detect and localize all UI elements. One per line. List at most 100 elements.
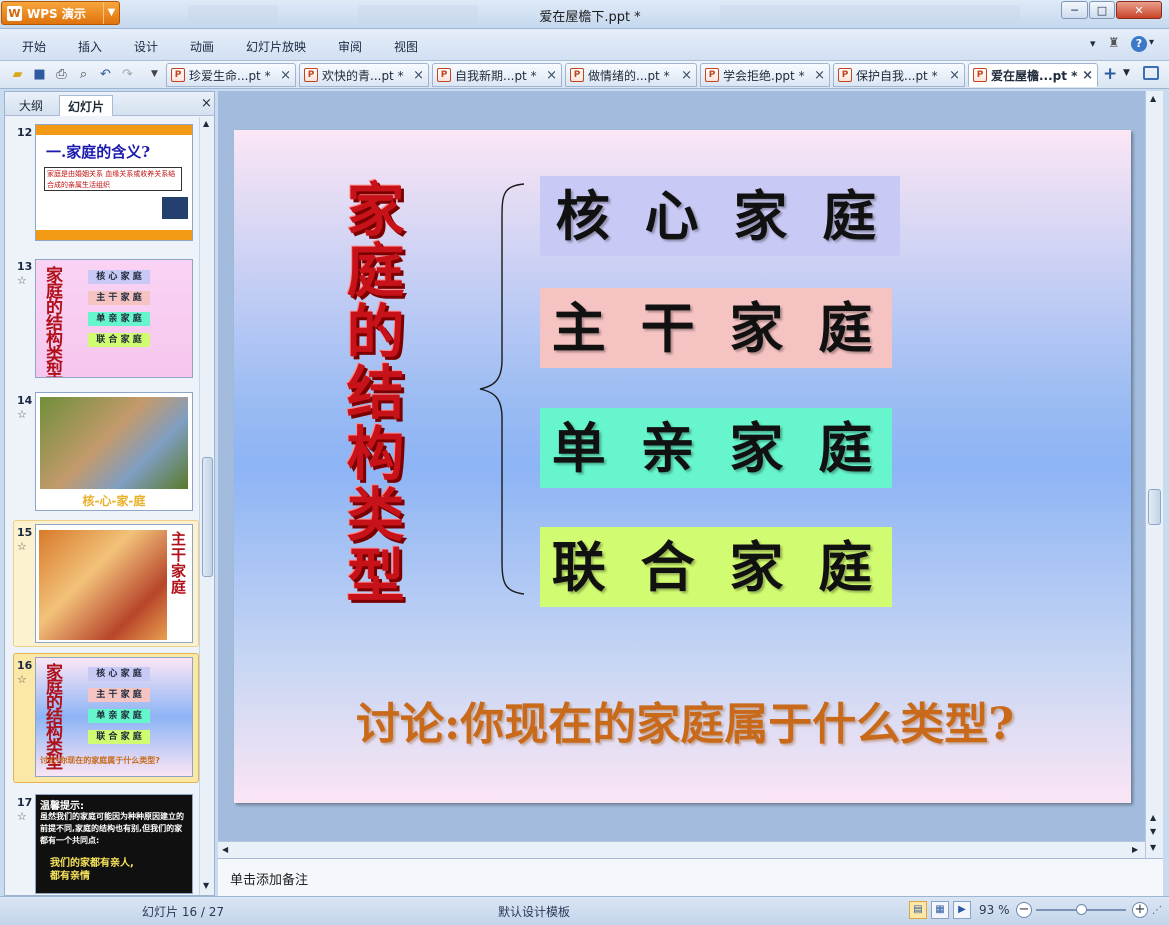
open-folder-icon[interactable]: ▰ [9, 66, 26, 83]
slide-thumbnail-14[interactable]: 核-心-家-庭 [35, 392, 193, 511]
background-tab-ghost [720, 5, 1020, 23]
scroll-down-icon[interactable]: ▼ [203, 881, 209, 890]
zoom-slider[interactable] [1036, 904, 1126, 915]
ppt-file-icon: P [437, 68, 451, 82]
zoom-in-icon[interactable]: + [1132, 902, 1148, 918]
chevron-down-icon[interactable]: ▾ [1149, 37, 1154, 48]
minimize-button[interactable]: ─ [1061, 1, 1088, 19]
chevron-down-icon[interactable]: ▾ [1090, 37, 1096, 50]
scroll-thumb[interactable] [202, 457, 213, 577]
doc-tab[interactable]: P 学会拒绝.ppt * × [700, 63, 830, 87]
chevron-down-icon: ▼ [103, 2, 119, 24]
tab-dropdown-icon[interactable]: ▼ [1123, 68, 1130, 78]
notes-placeholder[interactable]: 单击添加备注 [230, 869, 308, 888]
resize-grip-icon[interactable]: ⋰ [1152, 905, 1162, 916]
thumb-box: 核 心 家 庭 [88, 270, 150, 284]
help-icon[interactable]: ? [1131, 36, 1147, 52]
close-tab-icon[interactable]: × [546, 68, 557, 83]
next-slide-icon[interactable]: ▼ [1150, 843, 1156, 852]
shirt-skin-icon[interactable]: ♜ [1108, 36, 1120, 51]
editor-horizontal-scrollbar[interactable]: ◀ ▶ [218, 841, 1145, 858]
maximize-button[interactable]: □ [1089, 1, 1115, 19]
close-tab-icon[interactable]: × [413, 68, 424, 83]
undo-icon[interactable]: ↶ [97, 66, 114, 83]
thumb-box: 核 心 家 庭 [88, 667, 150, 681]
thumb-image [162, 197, 188, 219]
status-bar: 幻灯片 16 / 27 默认设计模板 ▤ ▦ ▶ 93 % − + ⋰ [0, 896, 1169, 925]
close-tab-icon[interactable]: × [280, 68, 291, 83]
panel-scrollbar[interactable]: ▲ ▼ [199, 117, 214, 895]
menu-animation[interactable]: 动画 [190, 38, 214, 55]
doc-tab[interactable]: P 保护自我...pt * × [833, 63, 965, 87]
close-tab-icon[interactable]: × [814, 68, 825, 83]
zoom-out-icon[interactable]: − [1016, 902, 1032, 918]
structure-box-single-parent: 单 亲 家 庭 [540, 408, 892, 488]
panel-tabs: 大纲 幻灯片 × [5, 92, 214, 116]
zoom-slider-knob[interactable] [1076, 904, 1087, 915]
thumb-box: 主 干 家 庭 [88, 291, 150, 305]
close-panel-icon[interactable]: × [201, 96, 212, 111]
close-tab-icon[interactable]: × [681, 68, 692, 83]
doc-tab[interactable]: P 欢快的青...pt * × [299, 63, 429, 87]
slide-thumbnail-13[interactable]: 家庭的结构类型 核 心 家 庭 主 干 家 庭 单 亲 家 庭 联 合 家 庭 [35, 259, 193, 378]
title-char: 结 [346, 359, 404, 427]
menu-design[interactable]: 设计 [134, 38, 158, 55]
thumb-head: 温馨提示: [40, 801, 84, 812]
redo-icon[interactable]: ↷ [119, 66, 136, 83]
scroll-up-icon[interactable]: ▲ [1150, 94, 1156, 103]
title-bar: W WPS 演示 ▼ 爱在屋檐下.ppt * ─ □ ✕ [0, 0, 1169, 29]
normal-view-icon[interactable]: ▤ [909, 901, 927, 919]
new-tab-plus-icon[interactable]: + [1103, 64, 1117, 84]
title-char: 庭 [346, 237, 404, 305]
sorter-view-icon[interactable]: ▦ [931, 901, 949, 919]
scroll-up-icon[interactable]: ▲ [203, 119, 209, 128]
scroll-down-icon[interactable]: ▼ [1150, 827, 1156, 836]
left-brace [479, 183, 525, 595]
doc-tab[interactable]: P 珍爱生命...pt * × [166, 63, 296, 87]
tab-outline[interactable]: 大纲 [11, 95, 51, 116]
slide-number: 17 [17, 796, 33, 809]
save-icon[interactable]: ■ [31, 66, 48, 83]
scroll-up-icon[interactable]: ▲ [1150, 813, 1156, 822]
thumb-box: 联 合 家 庭 [88, 333, 150, 347]
menu-home[interactable]: 开始 [22, 38, 46, 55]
menu-review[interactable]: 审阅 [338, 38, 362, 55]
menu-view[interactable]: 视图 [394, 38, 418, 55]
background-tab-ghost [188, 5, 278, 23]
doc-tab-active[interactable]: P 爱在屋檐...pt * × [968, 63, 1098, 87]
title-char: 构 [346, 420, 404, 488]
slideshow-view-icon[interactable]: ▶ [953, 901, 971, 919]
slide-number: 12 [17, 126, 33, 139]
editor-vertical-scrollbar[interactable]: ▲ ▲ ▼ ▼ [1145, 91, 1163, 858]
slide-editor: 家 庭 的 结 构 类 型 核 心 家 庭 主 干 家 庭 单 亲 家 庭 联 … [218, 91, 1145, 841]
close-tab-icon[interactable]: × [1082, 68, 1093, 83]
menu-slideshow[interactable]: 幻灯片放映 [246, 38, 306, 55]
slide-thumbnail-16[interactable]: 家庭的结构类型 核 心 家 庭 主 干 家 庭 单 亲 家 庭 联 合 家 庭 … [35, 657, 193, 777]
slide-thumbnail-15[interactable]: 主干家庭 [35, 524, 193, 643]
wps-app-menu-button[interactable]: W WPS 演示 ▼ [1, 1, 120, 25]
thumb-header-bar [36, 125, 192, 135]
doc-tab-label: 自我新期...pt * [455, 68, 537, 83]
window-layout-icon[interactable] [1143, 66, 1159, 80]
doc-tab[interactable]: P 自我新期...pt * × [432, 63, 562, 87]
print-icon[interactable]: ⎙ [53, 66, 70, 83]
notes-pane[interactable]: 单击添加备注 [218, 858, 1163, 896]
doc-tab[interactable]: P 做情绪的...pt * × [565, 63, 697, 87]
wps-logo-icon: W [7, 5, 22, 21]
tab-slides[interactable]: 幻灯片 [59, 95, 114, 116]
ppt-file-icon: P [304, 68, 318, 82]
slide-number: 14 [17, 394, 33, 407]
close-tab-icon[interactable]: × [949, 68, 960, 83]
slide-thumbnail-12[interactable]: 一.家庭的含义? 家庭是由婚姻关系 血缘关系或收养关系结合成的亲属生活组织 [35, 124, 193, 241]
close-button[interactable]: ✕ [1116, 1, 1162, 19]
menu-insert[interactable]: 插入 [78, 38, 102, 55]
slide-thumbnail-17[interactable]: 温馨提示: 虽然我们的家庭可能因为种种原因建立的前提不同,家庭的结构也有别,但我… [35, 794, 193, 894]
scroll-right-icon[interactable]: ▶ [1132, 845, 1138, 854]
print-preview-icon[interactable]: ⌕ [75, 66, 92, 83]
toolbar-dropdown-icon[interactable]: ▼ [146, 66, 163, 83]
scroll-thumb[interactable] [1148, 489, 1161, 525]
scroll-left-icon[interactable]: ◀ [222, 845, 228, 854]
thumb-question: 讨论:你现在的家庭属于什么类型? [40, 756, 160, 765]
slide-canvas[interactable]: 家 庭 的 结 构 类 型 核 心 家 庭 主 干 家 庭 单 亲 家 庭 联 … [234, 130, 1131, 803]
thumb-vertical-title: 主干家庭 [171, 530, 187, 596]
